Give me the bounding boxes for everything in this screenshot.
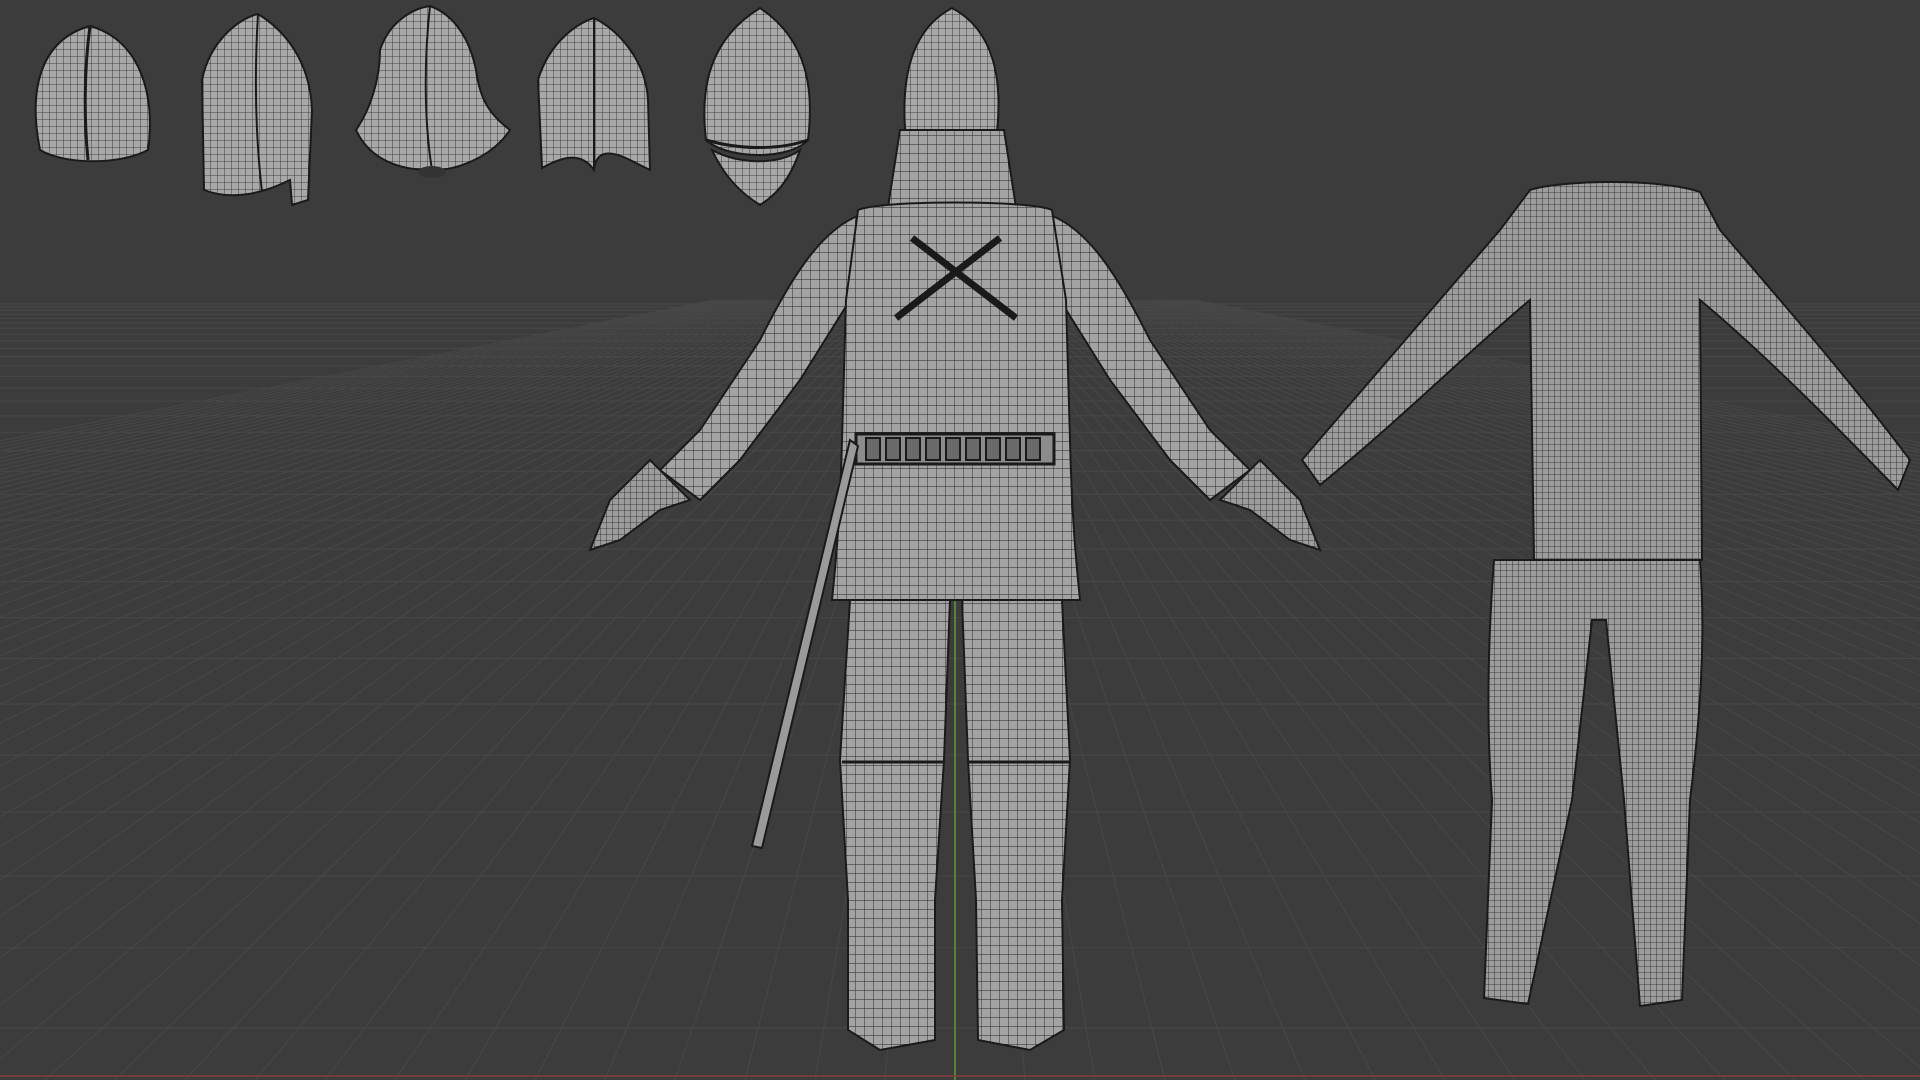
3d-viewport[interactable] [0,0,1920,1080]
belt-stud [965,437,981,461]
belt-stud [945,437,961,461]
grid-line [0,299,736,459]
grid-line [0,299,724,448]
kettle-hat-helmet[interactable] [354,4,512,178]
bascinet-helmet[interactable] [34,24,151,163]
belt-stud [865,437,881,461]
sallet-helmet[interactable] [536,16,652,173]
belt-studs [865,437,1041,461]
gambeson-body-mesh[interactable] [1300,181,1912,1008]
grid-line [0,299,788,522]
grid-line [0,299,752,475]
grid-line [0,299,784,516]
belt-stud [1025,437,1041,461]
grid-line [0,299,720,445]
viewport-canvas[interactable] [0,0,1920,1080]
open-bascinet-helmet[interactable] [200,12,314,207]
belt-stud [905,437,921,461]
belt-stud [925,437,941,461]
belt-stud [985,437,1001,461]
grid-line [254,299,916,1080]
pointed-visor-helmet[interactable] [703,6,811,207]
grid-line [0,299,832,618]
grid-line [184,299,912,1080]
belt-stud [1005,437,1021,461]
belt-stud [885,437,901,461]
